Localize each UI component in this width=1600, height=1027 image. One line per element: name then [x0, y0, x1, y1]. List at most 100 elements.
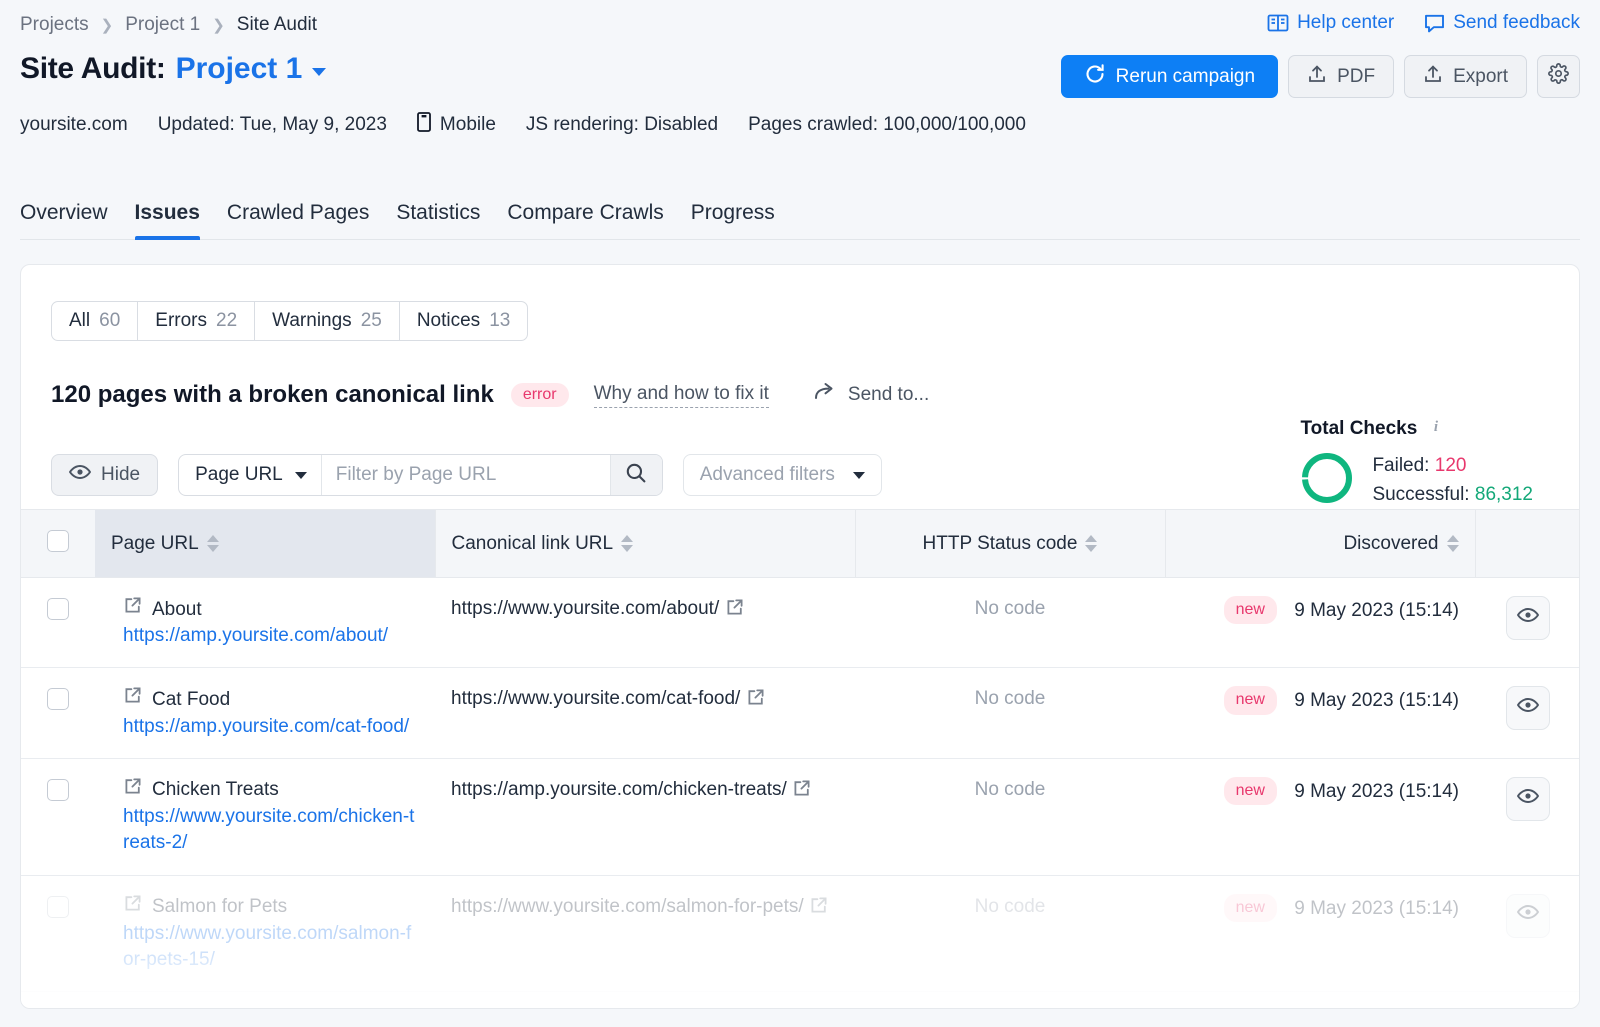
tab-crawled-pages[interactable]: Crawled Pages: [227, 201, 369, 239]
sort-icon[interactable]: [1085, 535, 1097, 552]
sort-icon[interactable]: [1447, 535, 1459, 552]
settings-button[interactable]: [1537, 55, 1580, 98]
filter-field-select[interactable]: Page URL: [179, 455, 322, 495]
pdf-button[interactable]: PDF: [1288, 55, 1394, 98]
row-page-url[interactable]: https://www.yoursite.com/chicken-treats-…: [123, 804, 419, 856]
column-header-canonical-link-url[interactable]: Canonical link URL: [435, 510, 855, 578]
meta-domain: yoursite.com: [20, 114, 128, 136]
segment-notices-count: 13: [489, 310, 510, 332]
row-checkbox[interactable]: [47, 779, 69, 801]
row-canonical-url: https://amp.yoursite.com/chicken-treats/: [451, 779, 787, 800]
row-canonical-cell: https://www.yoursite.com/salmon-for-pets…: [435, 875, 855, 992]
gear-icon: [1548, 63, 1569, 90]
column-header-canonical-label: Canonical link URL: [452, 533, 614, 555]
row-preview-button[interactable]: [1506, 777, 1550, 821]
breadcrumb: Projects ❯ Project 1 ❯ Site Audit: [20, 14, 317, 36]
row-select-cell: [21, 875, 95, 992]
table-row: About https://amp.yoursite.com/about/ ht…: [21, 578, 1580, 668]
advanced-filters-dropdown[interactable]: Advanced filters: [683, 454, 882, 496]
eye-icon: [1517, 605, 1539, 631]
pdf-label: PDF: [1337, 66, 1375, 88]
segment-all[interactable]: All 60: [52, 302, 138, 340]
project-selector-label[interactable]: Project 1: [176, 52, 303, 86]
filter-search-group: Page URL: [178, 454, 663, 496]
segment-all-count: 60: [99, 310, 120, 332]
page-title-prefix: Site Audit:: [20, 52, 166, 86]
external-link-icon[interactable]: [123, 777, 142, 804]
send-to-button[interactable]: Send to...: [814, 382, 929, 408]
segment-notices[interactable]: Notices 13: [400, 302, 528, 340]
column-header-page-url[interactable]: Page URL: [95, 510, 435, 578]
total-checks-donut: [1298, 449, 1356, 512]
row-canonical-cell: https://amp.yoursite.com/chicken-treats/: [435, 758, 855, 875]
sort-icon[interactable]: [621, 535, 633, 552]
row-page-url[interactable]: https://amp.yoursite.com/about/: [123, 623, 419, 649]
search-button[interactable]: [610, 455, 662, 495]
column-header-http-status-code[interactable]: HTTP Status code: [855, 510, 1165, 578]
upload-icon: [1307, 64, 1327, 90]
book-icon: [1267, 13, 1289, 33]
table-row: Salmon for Pets https://www.yoursite.com…: [21, 875, 1580, 992]
row-http-status: No code: [855, 875, 1165, 992]
issue-type-filter: All 60 Errors 22 Warnings 25 Notices 13: [51, 301, 528, 341]
external-link-icon[interactable]: [809, 896, 828, 923]
audit-meta: yoursite.com Updated: Tue, May 9, 2023 M…: [20, 112, 1026, 138]
svg-text:i: i: [1434, 419, 1439, 435]
tab-issues[interactable]: Issues: [135, 201, 200, 239]
chevron-down-icon: [853, 472, 865, 479]
external-link-icon[interactable]: [746, 688, 765, 715]
info-icon[interactable]: i: [1427, 417, 1445, 441]
successful-value: 86,312: [1475, 484, 1533, 505]
rerun-campaign-button[interactable]: Rerun campaign: [1061, 55, 1278, 98]
column-header-discovered[interactable]: Discovered: [1165, 510, 1475, 578]
external-link-icon[interactable]: [123, 894, 142, 921]
segment-warnings[interactable]: Warnings 25: [255, 302, 400, 340]
row-page-title: Salmon for Pets: [152, 894, 287, 920]
external-link-icon[interactable]: [123, 596, 142, 623]
external-link-icon[interactable]: [123, 686, 142, 713]
tab-overview[interactable]: Overview: [20, 201, 108, 239]
row-discovered-date: 9 May 2023 (15:14): [1294, 781, 1459, 802]
segment-all-label: All: [69, 310, 90, 332]
select-all-checkbox[interactable]: [47, 530, 69, 552]
chevron-down-icon: [295, 472, 307, 479]
select-all-header: [21, 510, 95, 578]
row-preview-button[interactable]: [1506, 596, 1550, 640]
row-checkbox[interactable]: [47, 896, 69, 918]
breadcrumb-item-projects[interactable]: Projects: [20, 14, 89, 36]
help-center-link[interactable]: Help center: [1267, 12, 1394, 34]
search-icon: [625, 462, 647, 489]
row-checkbox[interactable]: [47, 598, 69, 620]
filter-input[interactable]: [322, 455, 610, 495]
row-page-url[interactable]: https://amp.yoursite.com/cat-food/: [123, 714, 419, 740]
eye-icon: [1517, 902, 1539, 928]
total-checks-successful-row: Successful: 86,312: [1372, 481, 1533, 510]
row-preview-button[interactable]: [1506, 686, 1550, 730]
why-and-how-to-fix-link[interactable]: Why and how to fix it: [594, 383, 769, 408]
row-page-url[interactable]: https://www.yoursite.com/salmon-for-pets…: [123, 921, 419, 973]
chevron-down-icon[interactable]: [312, 68, 326, 76]
share-arrow-icon: [814, 382, 838, 408]
segment-errors[interactable]: Errors 22: [138, 302, 255, 340]
table-body: About https://amp.yoursite.com/about/ ht…: [21, 578, 1580, 992]
send-feedback-link[interactable]: Send feedback: [1424, 12, 1580, 34]
hide-button[interactable]: Hide: [51, 454, 158, 496]
segment-notices-label: Notices: [417, 310, 480, 332]
row-discovered-cell: new 9 May 2023 (15:14): [1165, 668, 1475, 758]
breadcrumb-item-project-1[interactable]: Project 1: [125, 14, 200, 36]
row-actions-cell: [1475, 668, 1580, 758]
row-preview-button[interactable]: [1506, 894, 1550, 938]
table-header-row: Page URL Canonical link URL HTTP Status …: [21, 510, 1580, 578]
tab-compare-crawls[interactable]: Compare Crawls: [507, 201, 663, 239]
main-tabs: Overview Issues Crawled Pages Statistics…: [20, 188, 1580, 240]
tab-statistics[interactable]: Statistics: [396, 201, 480, 239]
issues-card: All 60 Errors 22 Warnings 25 Notices 13 …: [20, 264, 1580, 1009]
row-new-badge: new: [1224, 596, 1277, 624]
external-link-icon[interactable]: [725, 598, 744, 625]
sort-icon[interactable]: [207, 535, 219, 552]
tab-progress[interactable]: Progress: [691, 201, 775, 239]
row-page-title: About: [152, 597, 202, 623]
external-link-icon[interactable]: [792, 779, 811, 806]
export-button[interactable]: Export: [1404, 55, 1527, 98]
row-checkbox[interactable]: [47, 688, 69, 710]
